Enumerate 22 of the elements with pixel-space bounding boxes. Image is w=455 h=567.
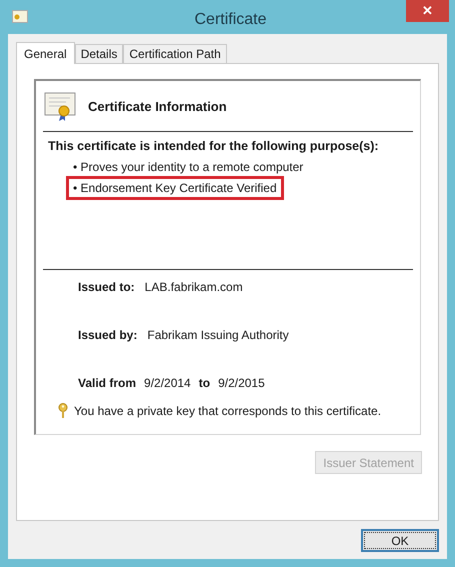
field-label: Issued to:	[78, 279, 135, 296]
purpose-item: • Endorsement Key Certificate Verified	[66, 176, 284, 200]
purpose-heading: This certificate is intended for the following purpose(s):	[47, 138, 380, 155]
purpose-item: • Proves your identity to a remote computer	[73, 158, 304, 176]
certificate-icon	[44, 92, 78, 122]
field-value: 9/2/2015	[218, 375, 265, 392]
field-value: 9/2/2014	[144, 375, 191, 392]
key-icon	[58, 403, 68, 419]
window-title: Certificate	[194, 10, 267, 30]
field-value: Fabrikam Issuing Authority	[147, 327, 289, 344]
private-key-note: You have a private key that corresponds to this certificate.	[74, 403, 382, 420]
certificate-icon	[12, 10, 28, 23]
tab[interactable]: Certification Path	[123, 44, 227, 63]
field-label: Issued by:	[78, 327, 138, 344]
close-button[interactable]: ✕	[406, 0, 449, 22]
field-label: Valid from	[78, 375, 136, 392]
field-label: to	[198, 375, 210, 392]
section-heading: Certificate Information	[88, 98, 227, 116]
tab[interactable]: General	[16, 42, 75, 64]
field-value: LAB.fabrikam.com	[144, 279, 243, 296]
ok-button[interactable]: OK	[361, 529, 439, 552]
tab[interactable]: Details	[74, 44, 124, 63]
